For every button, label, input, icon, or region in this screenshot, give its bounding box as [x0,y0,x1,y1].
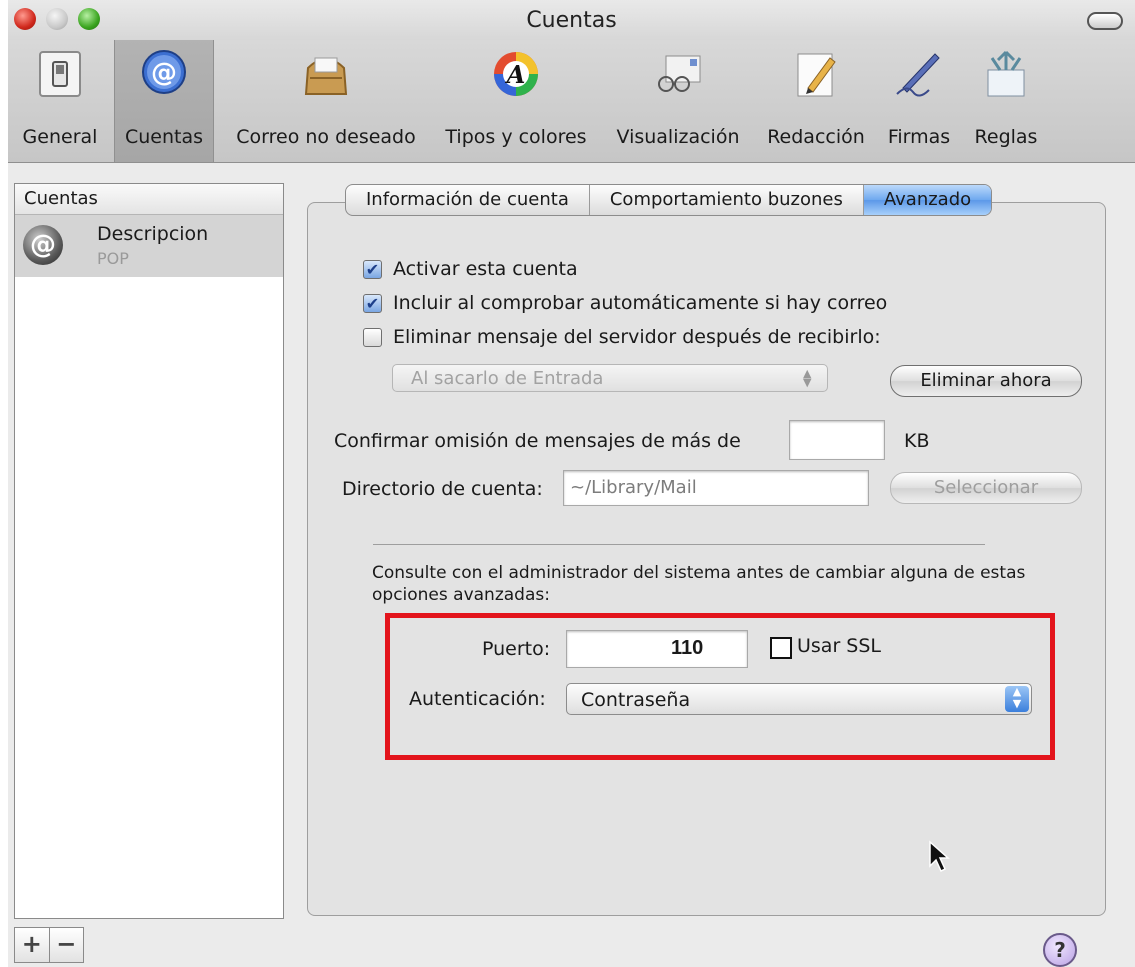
authentication-popup[interactable]: Contraseña ▲ ▼ [566,683,1032,715]
toolbar-label-correo-no-deseado: Correo no deseado [236,126,416,148]
window-title: Cuentas [526,8,617,33]
account-directory-label: Directorio de cuenta: [342,478,543,500]
account-row[interactable]: @ Descripcion POP [15,215,283,277]
port-label: Puerto: [482,638,551,660]
port-field[interactable]: 110 [566,630,748,668]
enable-account-label: Activar esta cuenta [393,258,578,280]
tab-informacion-de-cuenta[interactable]: Información de cuenta [346,185,590,215]
pencil-paper-icon [797,53,836,97]
account-tabs: Información de cuenta Comportamiento buz… [345,184,993,216]
junk-mail-bag-icon [304,57,348,95]
glasses-letter-icon [658,55,701,92]
delete-from-server-label: Eliminar mensaje del servidor después de… [393,326,881,348]
pen-signature-icon [896,53,940,97]
add-account-button[interactable]: + [15,928,50,962]
use-ssl-checkbox[interactable] [770,637,792,659]
toolbar-cuentas[interactable]: @ Cuentas [114,40,214,162]
confirm-skip-size-field[interactable] [789,420,885,460]
toolbar-label-reglas: Reglas [974,126,1038,148]
include-auto-check-option[interactable]: ✔ Incluir al comprobar automáticamente s… [363,292,887,314]
popup-arrows-icon: ▲ ▼ [1005,686,1029,712]
delete-now-button[interactable]: Eliminar ahora [890,365,1082,397]
confirm-skip-label: Confirmar omisión de mensajes de más de [334,430,741,452]
tab-comportamiento-buzones[interactable]: Comportamiento buzones [590,185,864,215]
account-at-icon: @ [23,225,63,265]
help-button[interactable]: ? [1043,933,1077,967]
toolbar-redaccion[interactable]: Redacción [758,40,874,162]
include-auto-check-checkbox[interactable]: ✔ [363,293,382,313]
enable-account-checkbox[interactable]: ✔ [363,259,382,279]
toolbar-toggle-button[interactable] [1087,12,1123,30]
popup-arrows-icon: ▲ ▼ [803,367,812,389]
authentication-label: Autenticación: [409,688,546,710]
account-type: POP [97,249,129,268]
delete-from-server-checkbox[interactable] [363,327,382,347]
svg-text:A: A [505,60,526,89]
svg-text:@: @ [151,58,177,88]
toolbar-firmas[interactable]: Firmas [876,40,962,162]
add-remove-account-buttons: + − [14,927,84,963]
select-directory-button[interactable]: Seleccionar [890,472,1082,504]
accounts-list: Cuentas @ Descripcion POP [14,183,284,919]
kb-unit-label: KB [904,430,930,452]
delete-when-value: Al sacarlo de Entrada [411,368,604,389]
separator [373,544,985,545]
account-directory-field[interactable]: ~/Library/Mail [563,470,869,506]
toolbar-label-tipos-y-colores: Tipos y colores [445,126,587,148]
delete-when-popup[interactable]: Al sacarlo de Entrada ▲ ▼ [392,364,828,392]
remove-account-button[interactable]: − [50,928,84,962]
font-color-wheel-icon: A [494,52,538,96]
toolbar-reglas[interactable]: Reglas [966,40,1046,162]
title-bar: Cuentas [8,0,1135,40]
toolbar-visualizacion[interactable]: Visualización [602,40,754,162]
toolbar-label-visualizacion: Visualización [616,126,740,148]
toolbar-label-general: General [22,126,98,148]
delete-from-server-option[interactable]: Eliminar mensaje del servidor después de… [363,326,881,348]
toolbar-tipos-y-colores[interactable]: A Tipos y colores [434,40,598,162]
accounts-list-header: Cuentas [15,184,283,215]
account-name: Descripcion [97,223,209,245]
authentication-value: Contraseña [581,689,691,711]
include-auto-check-label: Incluir al comprobar automáticamente si … [393,292,888,314]
toolbar-label-firmas: Firmas [887,126,951,148]
mouse-pointer-icon [929,840,950,873]
tab-avanzado[interactable]: Avanzado [863,185,992,215]
toolbar-label-redaccion: Redacción [767,126,865,148]
toolbar-correo-no-deseado[interactable]: Correo no deseado [220,40,432,162]
toolbar: General @ Cuentas Correo no deseado A Ti… [8,40,1135,163]
toolbar-general[interactable]: General [8,40,112,162]
toolbar-label-cuentas: Cuentas [124,126,204,148]
rules-arrows-icon [987,50,1025,97]
advanced-options-notice: Consulte con el administrador del sistem… [372,563,1026,605]
at-sign-icon: @ [142,50,186,94]
enable-account-option[interactable]: ✔ Activar esta cuenta [363,258,578,280]
light-switch-icon [39,51,81,97]
use-ssl-label: Usar SSL [797,635,882,657]
